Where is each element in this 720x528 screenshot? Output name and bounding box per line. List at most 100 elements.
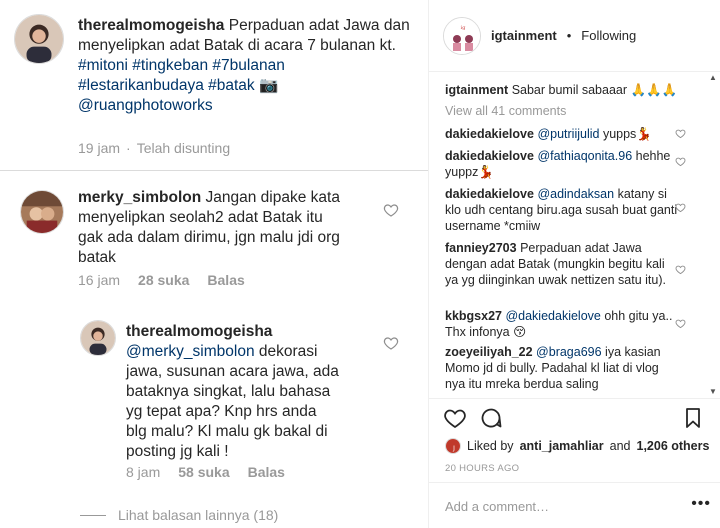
comment-user[interactable]: igtainment [445,83,508,97]
bookmark-icon[interactable] [681,406,705,430]
post-timestamp[interactable]: 20 HOURS AGO [445,463,519,474]
scroll-down-arrow-icon[interactable]: ▼ [708,388,718,396]
reply-line: blg malu? Kl malu gk bakal di [126,423,328,440]
comment-likes[interactable]: 28 suka [138,272,189,288]
comments-list: igtainment Sabar bumil sabaaar 🙏🙏🙏 View … [429,72,720,398]
likes-summary: J Liked by anti_jamahliar and 1,206 othe… [445,438,709,454]
avatar-image [81,321,115,355]
comment-heart-icon[interactable] [675,202,686,213]
hashtags-line2[interactable]: #lestarikanbudaya #batak [78,77,255,94]
likes-prefix: Liked by [467,439,514,453]
post-time[interactable]: 19 jam [78,140,120,156]
comment-mention[interactable]: @putriijulid [537,127,599,141]
scroll-up-arrow-icon[interactable]: ▲ [708,74,718,82]
list-item: zoeyeiliyah_22 @braga696 iya kasian Momo… [445,344,681,392]
comment-body: Sabar bumil sabaaar 🙏🙏🙏 [511,83,678,97]
reply-likes[interactable]: 58 suka [178,464,229,480]
comment-text: merky_simbolon Jangan dipake kata menyel… [78,188,378,268]
avatar-image [21,191,63,233]
zoomed-comments-panel: therealmomogeisha Perpaduan adat Jawa da… [0,0,428,528]
comment-mention[interactable]: @braga696 [536,345,602,359]
add-comment-input[interactable]: Add a comment… [445,499,549,514]
comment-heart-icon[interactable] [675,128,686,139]
hashtags-line1[interactable]: #mitoni #tingkeban #7bulanan [78,57,285,74]
comment-user[interactable]: dakiedakielove [445,127,534,141]
list-item: dakiedakielove @adindaksan katany si klo… [445,186,681,234]
camera-emoji: 📷 [258,77,279,94]
comments-scrollbar[interactable]: ▲ ▼ [708,74,718,396]
comment-heart-icon[interactable] [675,156,686,167]
comment-mention[interactable]: @adindaksan [537,187,614,201]
account-logo-icon: ig [444,17,480,54]
view-more-replies[interactable]: Lihat balasan lainnya (18) [80,507,278,523]
reply-username[interactable]: therealmomogeisha [126,323,272,340]
liker-avatar-image: J [446,439,460,453]
list-item: igtainment Sabar bumil sabaaar 🙏🙏🙏 [445,82,681,98]
reply-avatar[interactable] [80,320,116,356]
list-item: dakiedakielove @fathiaqonita.96 hehhe yu… [445,148,681,180]
svg-text:ig: ig [461,25,467,31]
account-username[interactable]: igtainment [491,28,557,43]
likes-count[interactable]: 1,206 others [637,439,710,453]
replies-line [80,514,106,516]
liker-avatar[interactable]: J [445,438,461,454]
view-all-comments-link[interactable]: View all 41 comments [445,104,566,118]
comment-body: yupps💃 [602,127,652,141]
add-comment-bar: Add a comment… ••• [429,482,720,528]
reply-reply-button[interactable]: Balas [248,464,285,480]
post-header: ig igtainment • Following [429,0,720,72]
meta-dot: · [126,140,131,156]
reply-line: posting jg kali ! [126,443,229,460]
comment-heart-icon[interactable] [675,264,686,275]
reply-line: bataknya singkat, lalu bahasa [126,383,331,400]
comment-username[interactable]: merky_simbolon [78,189,201,206]
comment-line: Jangan dipake kata [205,189,340,206]
comment-mention[interactable]: @dakiedakielove [505,309,600,323]
reply-line: jawa, susunan acara jawa, ada [126,363,339,380]
post-caption: therealmomogeisha Perpaduan adat Jawa da… [78,16,418,116]
likes-and: and [609,439,631,453]
comment-icon[interactable] [479,406,503,430]
comment-reply-button[interactable]: Balas [207,272,244,288]
following-button[interactable]: Following [581,28,636,43]
caption-mention[interactable]: @ruangphotoworks [78,97,213,114]
view-more-replies-label[interactable]: Lihat balasan lainnya (18) [118,507,278,523]
commenter-avatar[interactable] [20,190,64,234]
comment-user[interactable]: fanniey2703 [445,241,517,255]
comment-meta: 16 jam 28 suka Balas [78,272,245,288]
list-item: dakiedakielove @putriijulid yupps💃 [445,126,681,142]
comment-mention[interactable]: @fathiaqonita.96 [537,149,632,163]
comment-line: gak ada dalam dirimu, jgn malu jdi org [78,229,340,246]
header-separator: • [566,28,572,43]
comment-user[interactable]: kkbgsx27 [445,309,502,323]
reply-text: therealmomogeisha @merky_simbolon dekora… [126,322,386,462]
likes-user[interactable]: anti_jamahliar [520,439,604,453]
post-actions [429,398,720,438]
reply-meta: 8 jam 58 suka Balas [126,464,285,480]
list-item: fanniey2703 Perpaduan adat Jawa dengan a… [445,240,681,288]
reply-line: yg tepat apa? Knp hrs anda [126,403,317,420]
account-avatar[interactable]: ig [443,16,481,55]
post-meta: 19 jam · Telah disunting [78,140,230,156]
comment-line: batak [78,249,116,266]
reply-mention[interactable]: @merky_simbolon [126,343,255,360]
reply-line: dekorasi [258,343,318,360]
like-comment-heart-icon[interactable] [383,202,399,218]
post-author-avatar[interactable] [14,14,64,64]
comment-time[interactable]: 16 jam [78,272,120,288]
post-sidebar: ig igtainment • Following igtainment Sab… [428,0,720,528]
comment-user[interactable]: dakiedakielove [445,187,534,201]
avatar-image [15,15,63,63]
heart-icon[interactable] [443,406,467,430]
comment-line: menyelipkan seolah2 adat Batak itu [78,209,323,226]
divider [0,170,428,171]
comment-heart-icon[interactable] [675,318,686,329]
comment-user[interactable]: dakiedakielove [445,149,534,163]
list-item: kkbgsx27 @dakiedakielove ohh gitu ya.. T… [445,308,681,340]
reply-time[interactable]: 8 jam [126,464,160,480]
comment-user[interactable]: zoeyeiliyah_22 [445,345,533,359]
like-reply-heart-icon[interactable] [383,335,399,351]
more-options-icon[interactable]: ••• [691,495,711,513]
svg-text:J: J [452,445,455,452]
post-username[interactable]: therealmomogeisha [78,17,224,34]
